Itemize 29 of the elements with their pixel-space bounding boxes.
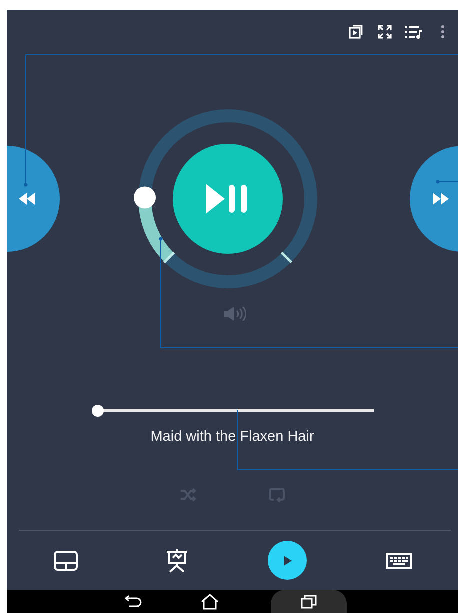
playlist-icon [405,25,423,39]
play-icon [282,554,293,566]
play-pause-icon [206,183,250,215]
volume-knob-thumb[interactable] [134,186,156,209]
media-tab[interactable] [268,541,308,580]
progress-slider[interactable] [92,405,374,417]
recent-apps-button[interactable] [270,590,346,613]
easel-icon [166,548,188,572]
home-icon [200,594,218,610]
volume-ring[interactable] [138,110,318,288]
rewind-icon [18,193,36,205]
shuffle-icon [180,488,196,502]
back-icon [124,594,142,608]
fast-forward-icon [432,193,450,205]
touchpad-icon [54,550,78,570]
volume-max-tick [280,252,293,264]
progress-thumb[interactable] [92,405,104,417]
volume-icon [224,307,246,321]
repeat-icon [268,487,284,503]
toolbar-button[interactable] [405,23,423,41]
more-icon [441,25,445,39]
toolbar-button[interactable] [347,23,365,41]
volume-min-tick [163,252,176,264]
track-title: Maid with the Flaxen Hair [150,429,316,445]
play-window-icon [349,25,363,39]
toolbar-button[interactable] [376,23,394,41]
fullscreen-icon [378,25,392,39]
keyboard-icon [386,552,412,568]
recent-apps-icon [300,594,316,608]
